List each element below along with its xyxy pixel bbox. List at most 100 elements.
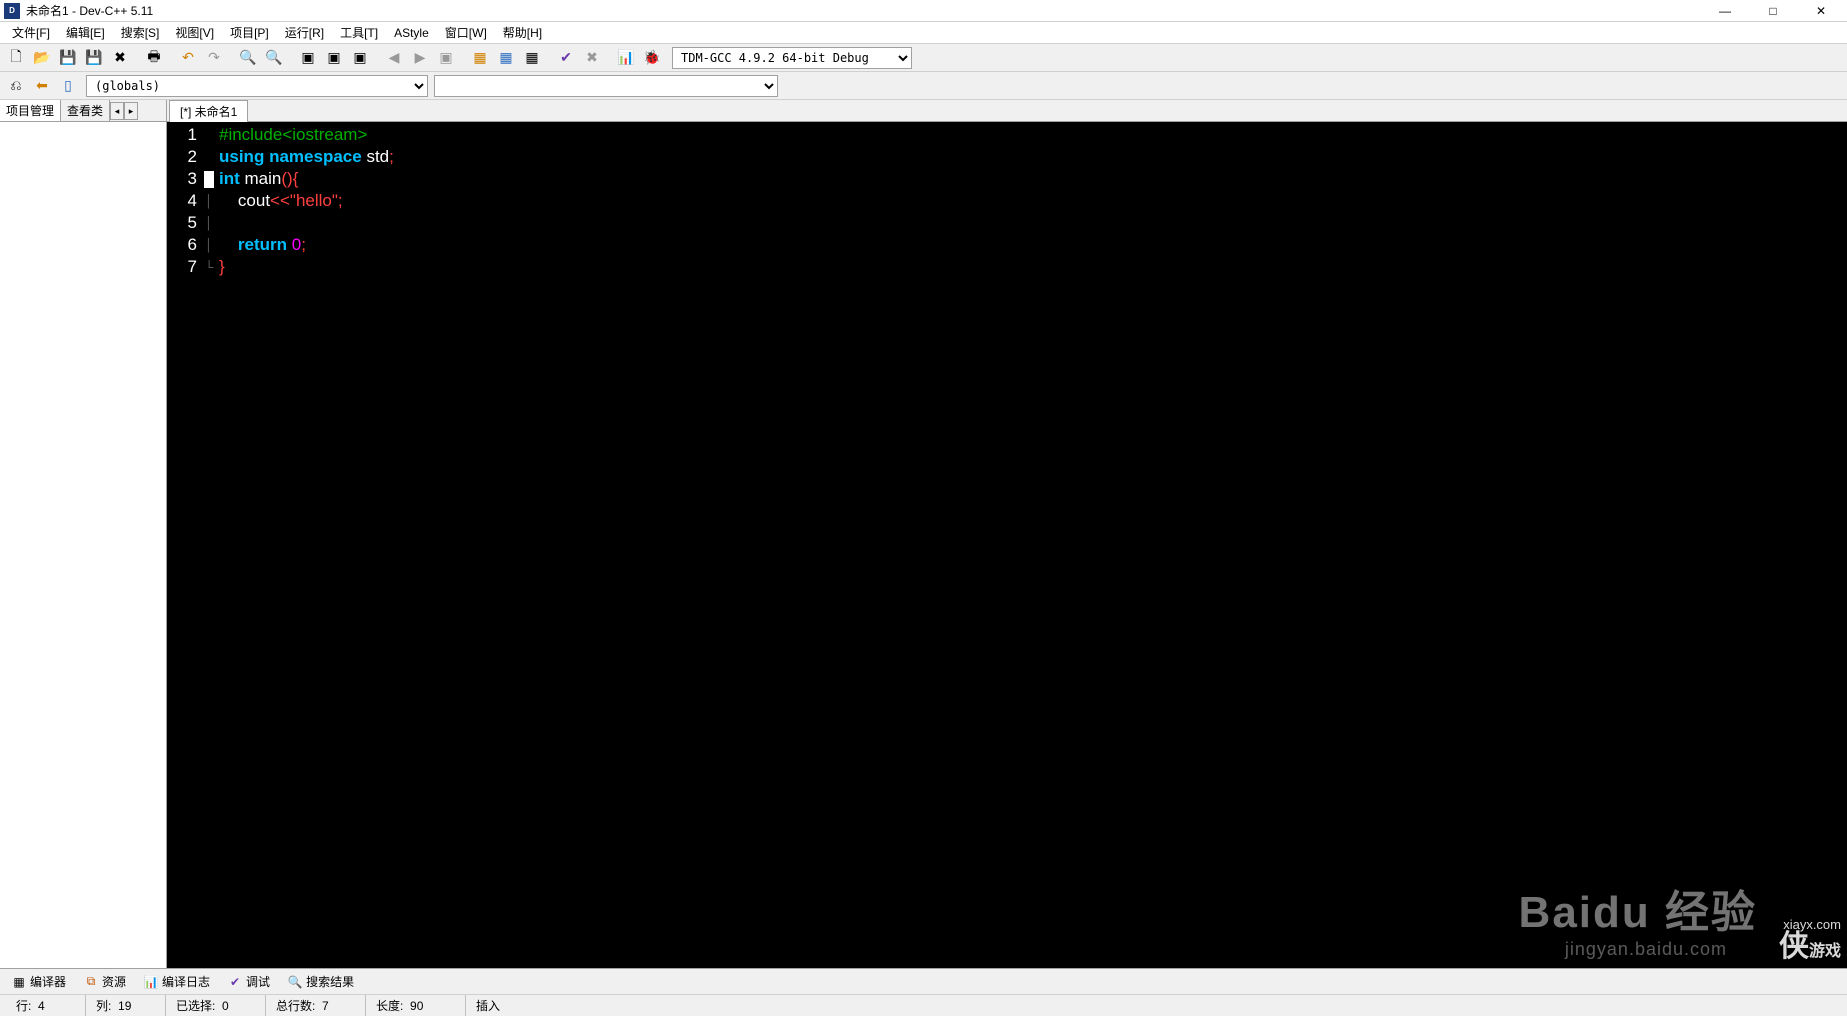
save-all-icon[interactable]: 💾 — [82, 46, 106, 70]
window-title: 未命名1 - Dev-C++ 5.11 — [26, 2, 153, 19]
compiler-select[interactable]: TDM-GCC 4.9.2 64-bit Debug — [672, 47, 912, 69]
status-col: 列: 19 — [86, 995, 166, 1016]
tab-nav-left-icon[interactable]: ◂ — [110, 102, 124, 120]
grid3-icon[interactable]: ▦ — [520, 46, 544, 70]
menu-view[interactable]: 视图[V] — [167, 22, 222, 43]
status-total-lines: 总行数: 7 — [266, 995, 366, 1016]
status-bar: 行: 4 列: 19 已选择: 0 总行数: 7 长度: 90 插入 — [0, 994, 1847, 1016]
search-icon: 🔍 — [288, 975, 302, 989]
editor-area: [*] 未命名1 1 2 3 4 5 6 7 │ │ │ └ # — [167, 100, 1847, 968]
menu-astyle[interactable]: AStyle — [386, 24, 437, 42]
code-punct: ; — [389, 147, 394, 166]
debug-icon[interactable]: 🐞 — [640, 46, 664, 70]
profile-icon[interactable]: 📊 — [614, 46, 638, 70]
run-icon[interactable]: ▣ — [322, 46, 346, 70]
fold-column: │ │ │ └ — [203, 122, 215, 968]
compile-run-icon[interactable]: ▣ — [348, 46, 372, 70]
line-number: 4 — [167, 190, 197, 212]
bottom-tab-debug[interactable]: ✔ 调试 — [220, 971, 278, 992]
status-selected: 已选择: 0 — [166, 995, 266, 1016]
code-punct: } — [219, 257, 225, 276]
status-insert-mode: 插入 — [466, 995, 546, 1016]
compile-icon[interactable]: ▣ — [296, 46, 320, 70]
stop-icon[interactable]: ▣ — [434, 46, 458, 70]
menu-edit[interactable]: 编辑[E] — [58, 22, 113, 43]
close-button[interactable]: ✕ — [1811, 3, 1831, 19]
maximize-button[interactable]: □ — [1763, 3, 1783, 19]
new-file-icon[interactable]: 🗋 — [4, 46, 28, 70]
bookmark-icon[interactable]: ▯ — [56, 74, 80, 98]
replace-icon[interactable]: 🔍 — [262, 46, 286, 70]
code-ident: std — [366, 147, 389, 166]
undo-icon[interactable]: ↶ — [176, 46, 200, 70]
goto-func-icon[interactable]: ⎌ — [4, 74, 28, 98]
menu-window[interactable]: 窗口[W] — [437, 22, 495, 43]
member-select[interactable] — [434, 75, 778, 97]
bottom-tab-compile-log[interactable]: 📊 编译日志 — [136, 971, 218, 992]
grid1-icon[interactable]: ▦ — [468, 46, 492, 70]
code-keyword: using — [219, 147, 264, 166]
bottom-tab-label: 调试 — [246, 973, 270, 990]
debug-stop-icon[interactable]: ✖ — [580, 46, 604, 70]
line-number: 7 — [167, 256, 197, 278]
app-icon: D — [4, 3, 20, 19]
code-content[interactable]: #include<iostream> using namespace std; … — [215, 122, 1847, 968]
goto-prev-icon[interactable]: ⬅ — [30, 74, 54, 98]
line-number: 3 — [167, 168, 197, 190]
code-number: 0 — [292, 235, 301, 254]
tab-view-class[interactable]: 查看类 — [61, 100, 110, 121]
scope-select[interactable]: (globals) — [86, 75, 428, 97]
code-punct: ; — [301, 235, 306, 254]
code-punct: () — [281, 169, 292, 188]
debug-check-icon[interactable]: ✔ — [554, 46, 578, 70]
open-file-icon[interactable]: 📂 — [30, 46, 54, 70]
tab-project-manage[interactable]: 项目管理 — [0, 100, 61, 121]
minimize-button[interactable]: — — [1715, 3, 1735, 19]
rebuild-icon[interactable]: ◀ — [382, 46, 406, 70]
bottom-tab-search-results[interactable]: 🔍 搜索结果 — [280, 971, 362, 992]
close-file-icon[interactable]: ✖ — [108, 46, 132, 70]
code-string: "hello" — [290, 191, 338, 210]
code-editor[interactable]: 1 2 3 4 5 6 7 │ │ │ └ #include<iostream>… — [167, 122, 1847, 968]
find-icon[interactable]: 🔍 — [236, 46, 260, 70]
menu-tools[interactable]: 工具[T] — [332, 22, 386, 43]
code-punct: ; — [338, 191, 343, 210]
code-keyword: namespace — [269, 147, 362, 166]
code-punct: { — [293, 169, 299, 188]
code-keyword: return — [238, 235, 287, 254]
grid2-icon[interactable]: ▦ — [494, 46, 518, 70]
code-ident: cout — [238, 191, 270, 210]
menu-project[interactable]: 项目[P] — [222, 22, 277, 43]
code-punct: << — [270, 191, 290, 210]
side-panel-content — [0, 122, 166, 968]
bottom-tab-label: 编译日志 — [162, 973, 210, 990]
line-number-gutter: 1 2 3 4 5 6 7 — [167, 122, 203, 968]
title-bar: D 未命名1 - Dev-C++ 5.11 — □ ✕ — [0, 0, 1847, 22]
main-area: 项目管理 查看类 ◂ ▸ [*] 未命名1 1 2 3 4 5 6 7 — [0, 100, 1847, 968]
menu-help[interactable]: 帮助[H] — [495, 22, 550, 43]
side-panel: 项目管理 查看类 ◂ ▸ — [0, 100, 167, 968]
log-icon: 📊 — [144, 975, 158, 989]
line-number: 2 — [167, 146, 197, 168]
redo-icon[interactable]: ↷ — [202, 46, 226, 70]
bottom-tab-resource[interactable]: ⧉ 资源 — [76, 971, 134, 992]
tab-nav-right-icon[interactable]: ▸ — [124, 102, 138, 120]
menu-bar: 文件[F] 编辑[E] 搜索[S] 视图[V] 项目[P] 运行[R] 工具[T… — [0, 22, 1847, 44]
check-icon: ✔ — [228, 975, 242, 989]
bottom-tab-compiler[interactable]: ▦ 编译器 — [4, 971, 74, 992]
syntax-check-icon[interactable]: ▶ — [408, 46, 432, 70]
status-length: 长度: 90 — [366, 995, 466, 1016]
menu-run[interactable]: 运行[R] — [277, 22, 332, 43]
fold-open-icon — [204, 171, 214, 188]
main-toolbar: 🗋 📂 💾 💾 ✖ 🖶 ↶ ↷ 🔍 🔍 ▣ ▣ ▣ ◀ ▶ ▣ ▦ ▦ ▦ ✔ … — [0, 44, 1847, 72]
bottom-tabs: ▦ 编译器 ⧉ 资源 📊 编译日志 ✔ 调试 🔍 搜索结果 — [0, 968, 1847, 994]
code-preproc: #include<iostream> — [219, 125, 367, 144]
print-icon[interactable]: 🖶 — [142, 46, 166, 70]
menu-search[interactable]: 搜索[S] — [113, 22, 168, 43]
bottom-tab-label: 搜索结果 — [306, 973, 354, 990]
menu-file[interactable]: 文件[F] — [4, 22, 58, 43]
save-icon[interactable]: 💾 — [56, 46, 80, 70]
bottom-tab-label: 资源 — [102, 973, 126, 990]
editor-tab-file[interactable]: [*] 未命名1 — [169, 100, 248, 122]
line-number: 5 — [167, 212, 197, 234]
